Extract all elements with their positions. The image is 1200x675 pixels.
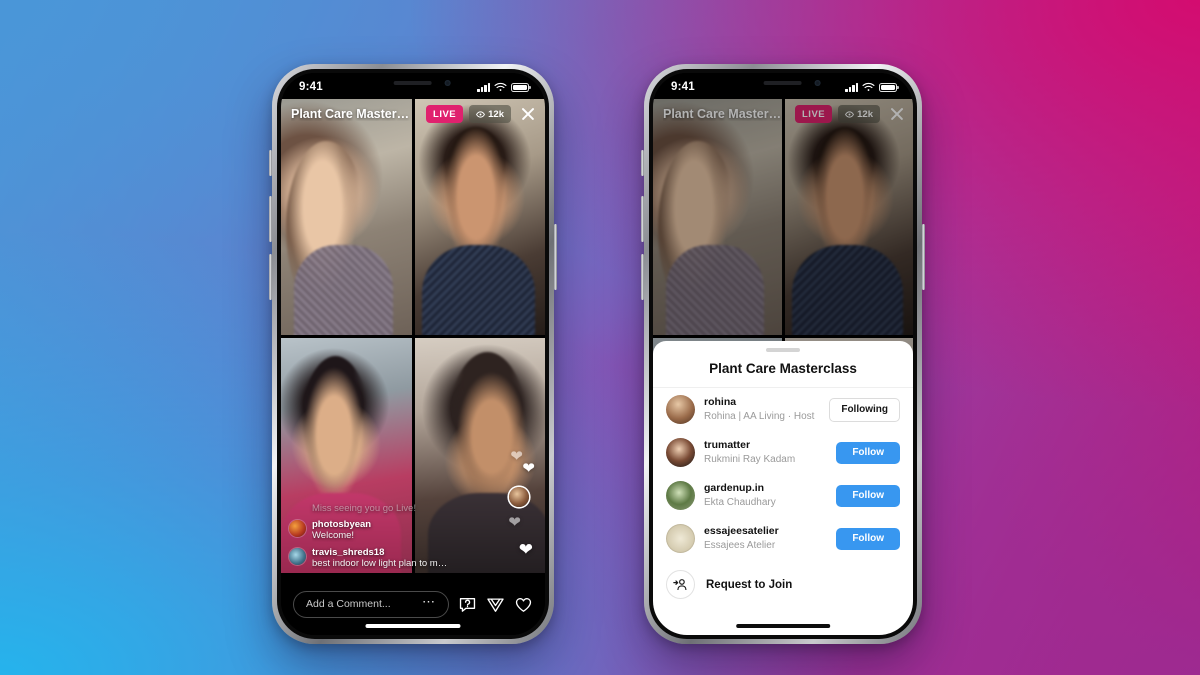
list-item[interactable]: trumatter Rukmini Ray Kadam Follow — [653, 431, 913, 474]
follow-button[interactable]: Follow — [836, 441, 900, 464]
follow-button[interactable]: Follow — [836, 527, 900, 550]
cellular-bars-icon — [477, 82, 490, 92]
home-indicator[interactable] — [365, 624, 461, 628]
comment-username: travis_shreds18 — [312, 546, 385, 558]
list-item[interactable]: rohina Rohina | AA Living · Host Followi… — [653, 388, 913, 431]
notch — [349, 73, 477, 97]
live-badge: LIVE — [426, 105, 464, 123]
power-button[interactable] — [922, 224, 925, 290]
comment-username: photosbyean — [312, 519, 372, 531]
avatar — [666, 481, 695, 510]
participant-subtitle: Ekta Chaudhary — [704, 496, 776, 508]
mute-switch[interactable] — [269, 150, 272, 176]
heart-icon: ❤ — [510, 448, 523, 465]
cellular-bars-icon — [845, 82, 858, 92]
avatar — [289, 547, 306, 565]
status-time: 9:41 — [299, 81, 323, 93]
home-indicator[interactable] — [736, 624, 830, 628]
avatar — [289, 520, 306, 538]
close-icon[interactable] — [519, 105, 537, 123]
comment-text: best indoor low light plan to maintain? — [312, 557, 447, 569]
volume-down-button[interactable] — [269, 254, 272, 300]
comment-text: Welcome! — [312, 530, 355, 542]
phone-right-screen: Plant Care Mastercla... LIVE 12k Plant C… — [653, 73, 913, 635]
sheet-title: Plant Care Masterclass — [653, 352, 913, 388]
eye-icon — [476, 110, 486, 118]
heart-icon: ❤ — [522, 460, 535, 477]
wifi-icon — [862, 82, 875, 91]
power-button[interactable] — [554, 224, 557, 290]
phone-left-screen: Plant Care Mastercla... LIVE 12k ❤ ❤ — [281, 73, 545, 635]
avatar — [666, 395, 695, 424]
comment-placeholder: Add a Comment... — [306, 598, 391, 610]
comment-item: travis_shreds18 best indoor low light pl… — [289, 547, 447, 569]
heart-icon: ❤ — [518, 540, 533, 559]
phone-right: Plant Care Mastercla... LIVE 12k Plant C… — [641, 64, 925, 644]
following-button[interactable]: Following — [829, 397, 900, 422]
participant-username: rohina — [704, 396, 737, 409]
host-video-tile[interactable] — [281, 99, 412, 335]
heart-icon[interactable] — [514, 595, 533, 614]
participants-sheet: Plant Care Masterclass rohina Rohina | A… — [653, 341, 913, 635]
request-to-join-label: Request to Join — [706, 578, 793, 591]
guest-video-tile-1[interactable] — [414, 99, 545, 335]
add-person-icon — [666, 570, 695, 599]
notch — [720, 73, 846, 97]
volume-up-button[interactable] — [641, 196, 644, 242]
battery-icon — [511, 82, 531, 92]
live-top-bar: Plant Care Mastercla... LIVE 12k — [281, 99, 545, 129]
volume-up-button[interactable] — [269, 196, 272, 242]
list-item[interactable]: gardenup.in Ekta Chaudhary Follow — [653, 474, 913, 517]
ellipsis-icon[interactable]: ⋯ — [422, 595, 436, 608]
heart-icon: ❤ — [508, 514, 521, 531]
participant-username: gardenup.in — [704, 482, 765, 495]
comment-input[interactable]: Add a Comment... ⋯ — [293, 590, 449, 618]
participant-subtitle: Rohina | AA Living · Host — [704, 410, 815, 422]
avatar — [666, 438, 695, 467]
participant-username: essajeesatelier — [704, 525, 779, 538]
battery-icon — [879, 82, 899, 92]
participant-subtitle: Rukmini Ray Kadam — [704, 453, 796, 465]
live-video-room: Plant Care Mastercla... LIVE 12k ❤ ❤ — [281, 73, 545, 635]
request-to-join-row[interactable]: Request to Join — [653, 560, 913, 609]
viewer-count-badge[interactable]: 12k — [469, 105, 511, 123]
wifi-icon — [494, 82, 507, 91]
live-title: Plant Care Mastercla... — [291, 107, 411, 121]
status-time: 9:41 — [671, 81, 695, 93]
reaction-avatar-icon — [509, 487, 529, 507]
live-comment-feed: Miss seeing you go Live! photosbyean Wel… — [289, 503, 447, 569]
list-item[interactable]: essajeesatelier Essajees Atelier Follow — [653, 517, 913, 560]
viewer-count-label: 12k — [488, 108, 504, 120]
question-bubble-icon[interactable] — [458, 595, 477, 614]
mute-switch[interactable] — [641, 150, 644, 176]
participant-username: trumatter — [704, 439, 751, 452]
volume-down-button[interactable] — [641, 254, 644, 300]
reaction-stream: ❤ ❤ ❤ ❤ — [493, 445, 539, 565]
follow-button[interactable]: Follow — [836, 484, 900, 507]
avatar — [666, 524, 695, 553]
comment-item: photosbyean Welcome! — [289, 519, 447, 541]
phone-left: Plant Care Mastercla... LIVE 12k ❤ ❤ — [269, 64, 557, 644]
faded-comment: Miss seeing you go Live! — [312, 503, 417, 515]
paper-plane-icon[interactable] — [486, 595, 505, 614]
participant-subtitle: Essajees Atelier — [704, 539, 776, 551]
